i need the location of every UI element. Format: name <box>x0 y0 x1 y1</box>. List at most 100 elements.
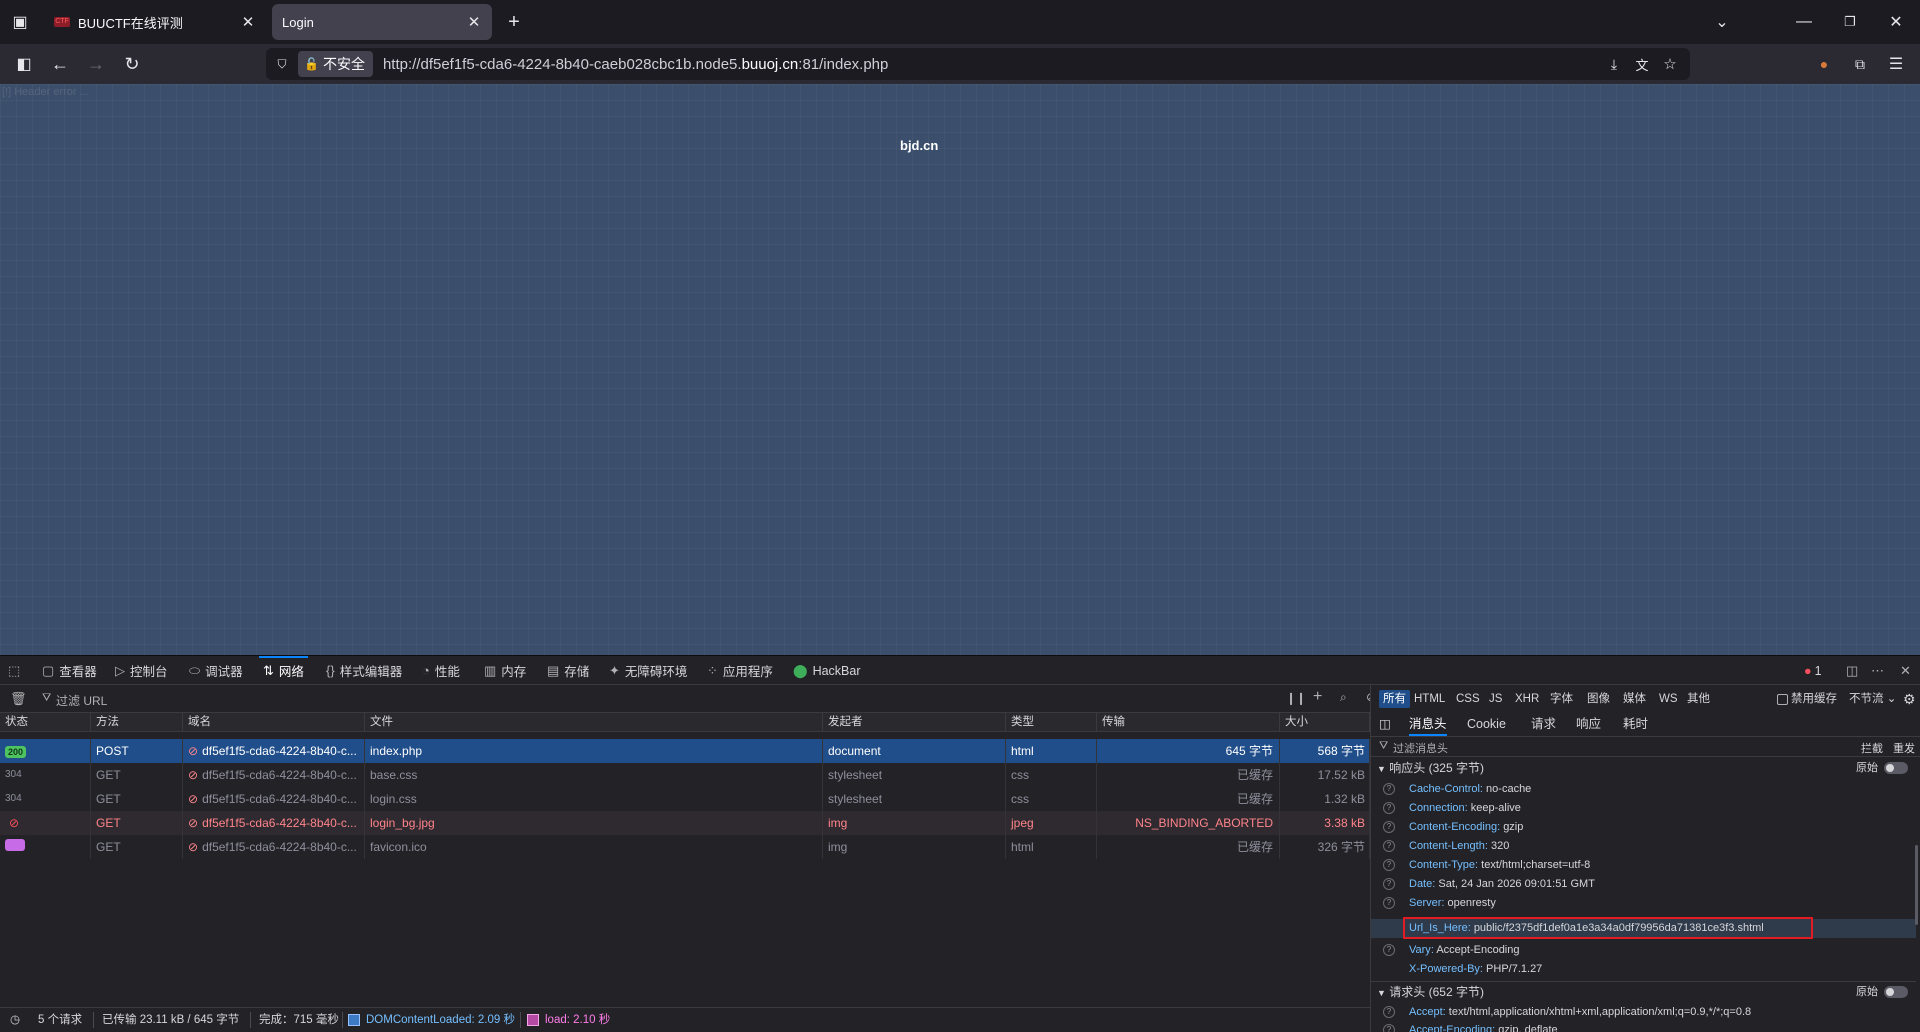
column-size[interactable]: 大小 <box>1280 713 1370 732</box>
disable-cache-label[interactable]: 禁用缓存 <box>1791 685 1837 713</box>
xhr-filter[interactable]: XHR <box>1515 685 1539 713</box>
tab-timings[interactable]: 耗时 <box>1623 713 1648 736</box>
tab-login[interactable]: Login ✕ <box>272 4 492 40</box>
dock-side-icon[interactable]: ◫ <box>1846 656 1863 685</box>
bookmark-star-icon[interactable]: ☆ <box>1660 54 1680 74</box>
tab-headers[interactable]: 消息头 <box>1409 713 1447 736</box>
settings-gear-icon[interactable]: ⚙ <box>1903 685 1916 713</box>
tab-network[interactable]: ⇅ 网络 <box>259 656 308 685</box>
close-devtools-icon[interactable]: ✕ <box>1900 656 1916 685</box>
translate-icon[interactable]: 文 <box>1632 54 1652 74</box>
request-headers-section[interactable]: ▼ 请求头 (652 字节) 原始 <box>1371 981 1916 1001</box>
window-close-icon[interactable]: ✕ <box>1884 10 1908 34</box>
pause-icon[interactable]: ❙❙ <box>1286 691 1306 705</box>
error-counter[interactable]: ● 1 <box>1804 656 1822 685</box>
tab-performance[interactable]: ◔ 性能 <box>422 656 460 685</box>
tab-console[interactable]: ▷ 控制台 <box>115 656 168 685</box>
block-button[interactable]: 拦截 <box>1861 740 1883 756</box>
timer-icon[interactable]: ◷ <box>10 1008 20 1032</box>
url-text[interactable]: http://df5ef1f5-cda6-4224-8b40-caeb028cb… <box>383 56 888 73</box>
header-row[interactable]: ? Accept-Encoding: gzip, deflate <box>1371 1021 1916 1032</box>
header-row[interactable]: ? Content-Encoding: gzip <box>1371 818 1916 837</box>
tab-cookie[interactable]: Cookie <box>1467 713 1506 736</box>
chevron-down-icon[interactable]: ⌄ <box>1710 10 1734 34</box>
all-filter[interactable]: 所有 <box>1379 690 1410 708</box>
other-filter[interactable]: 其他 <box>1687 685 1710 713</box>
tab-style-editor[interactable]: {} 样式编辑器 <box>326 656 402 685</box>
new-tab-plus-icon[interactable]: + <box>502 10 526 34</box>
html-filter[interactable]: HTML <box>1414 685 1445 713</box>
trash-icon[interactable]: 🗑 <box>10 691 27 707</box>
header-row[interactable]: ? Vary: Accept-Encoding <box>1371 941 1916 960</box>
tab-request[interactable]: 请求 <box>1531 713 1556 736</box>
column-file[interactable]: 文件 <box>365 713 823 732</box>
panel-toggle-icon[interactable]: ◫ <box>1379 713 1391 736</box>
back-arrow-icon[interactable]: ← <box>48 52 72 76</box>
column-domain[interactable]: 域名 <box>183 713 365 732</box>
font-filter[interactable]: 字体 <box>1550 685 1573 713</box>
column-status[interactable]: 状态 <box>0 713 91 732</box>
header-row[interactable]: ? Accept: text/html,application/xhtml+xml… <box>1371 1003 1916 1022</box>
tab-buuctf[interactable]: CTF BUUCTF在线评测 ✕ <box>44 4 266 40</box>
reload-icon[interactable]: ↻ <box>120 52 144 76</box>
address-bar[interactable]: ⛉ 🔓 不安全 http://df5ef1f5-cda6-4224-8b40-c… <box>266 48 1690 80</box>
tab-response[interactable]: 响应 <box>1576 713 1601 736</box>
restore-icon[interactable]: ❐ <box>1838 10 1862 34</box>
throttle-select[interactable]: 不节流 ⌄ <box>1849 685 1896 713</box>
close-tab-icon[interactable]: ✕ <box>466 13 482 31</box>
tab-list-icon[interactable]: ▣ <box>8 10 32 34</box>
media-filter[interactable]: 媒体 <box>1623 685 1646 713</box>
extension-icon[interactable]: ● <box>1812 52 1836 76</box>
tab-storage[interactable]: ▤ 存储 <box>547 656 589 685</box>
table-row[interactable]: 200 POST ⊘ df5ef1f5-cda6-4224-8b40-c... i… <box>0 739 1370 763</box>
tab-hackbar[interactable]: ⬤ HackBar <box>793 656 861 685</box>
raw-toggle[interactable] <box>1884 762 1908 774</box>
header-name: Content-Type <box>1409 859 1476 871</box>
domain-cell: ⊘ df5ef1f5-cda6-4224-8b40-c... <box>183 763 365 787</box>
close-tab-icon[interactable]: ✕ <box>240 13 256 31</box>
column-type[interactable]: 类型 <box>1006 713 1097 732</box>
image-filter[interactable]: 图像 <box>1587 685 1610 713</box>
header-row[interactable]: X-Powered-By: PHP/7.1.27 <box>1371 960 1916 979</box>
header-row[interactable]: ? Cache-Control: no-cache <box>1371 780 1916 799</box>
column-method[interactable]: 方法 <box>91 713 183 732</box>
column-transferred[interactable]: 传输 <box>1097 713 1280 732</box>
header-row[interactable]: ? Connection: keep-alive <box>1371 799 1916 818</box>
header-row[interactable]: ? Date: Sat, 24 Jan 2026 09:01:51 GMT <box>1371 875 1916 894</box>
ws-filter[interactable]: WS <box>1659 685 1678 713</box>
tab-application[interactable]: ⁘ 应用程序 <box>707 656 773 685</box>
scrollbar[interactable] <box>1915 845 1918 925</box>
filter-headers-input[interactable]: 过滤消息头 <box>1393 740 1448 756</box>
header-row[interactable]: ? Content-Type: text/html;charset=utf-8 <box>1371 856 1916 875</box>
tab-accessibility[interactable]: ✦ 无障碍环境 <box>609 656 687 685</box>
js-filter[interactable]: JS <box>1489 685 1502 713</box>
tab-debugger[interactable]: ⬭ 调试器 <box>189 656 243 685</box>
tab-memory[interactable]: ▥ 内存 <box>484 656 526 685</box>
forward-arrow-icon[interactable]: → <box>84 52 108 76</box>
minimize-icon[interactable]: — <box>1792 10 1816 34</box>
add-icon[interactable]: + <box>1313 688 1322 706</box>
table-row[interactable]: ⊘ GET ⊘ df5ef1f5-cda6-4224-8b40-c... logi… <box>0 811 1370 835</box>
pick-element-icon[interactable]: ⬚ <box>8 656 25 685</box>
filter-url-input[interactable]: 过滤 URL <box>56 692 107 709</box>
more-options-icon[interactable]: ⋯ <box>1871 656 1889 685</box>
css-filter[interactable]: CSS <box>1456 685 1480 713</box>
header-row[interactable]: ? Server: openresty <box>1371 894 1916 913</box>
search-icon[interactable]: ⌕ <box>1340 690 1347 705</box>
column-initiator[interactable]: 发起者 <box>823 713 1006 732</box>
table-row[interactable]: GET ⊘ df5ef1f5-cda6-4224-8b40-c... favico… <box>0 835 1370 859</box>
menu-hamburger-icon[interactable]: ☰ <box>1884 52 1908 76</box>
table-row[interactable]: 304 GET ⊘ df5ef1f5-cda6-4224-8b40-c... ba… <box>0 763 1370 787</box>
extensions-puzzle-icon[interactable]: ⧉ <box>1848 52 1872 76</box>
save-page-icon[interactable]: ⤓ <box>1604 54 1624 74</box>
shield-icon[interactable]: ⛉ <box>274 56 290 72</box>
tab-inspector[interactable]: ▢ 查看器 <box>42 656 97 685</box>
response-headers-section[interactable]: ▼ 响应头 (325 字节) 原始 <box>1371 758 1916 778</box>
raw-toggle[interactable] <box>1884 986 1908 998</box>
resend-button[interactable]: 重发 <box>1893 740 1915 756</box>
sidebar-icon[interactable]: ◧ <box>12 52 36 76</box>
disable-cache-checkbox[interactable] <box>1777 694 1788 705</box>
table-row[interactable]: 304 GET ⊘ df5ef1f5-cda6-4224-8b40-c... lo… <box>0 787 1370 811</box>
header-row[interactable]: ? Content-Length: 320 <box>1371 837 1916 856</box>
insecure-badge[interactable]: 🔓 不安全 <box>298 51 373 77</box>
